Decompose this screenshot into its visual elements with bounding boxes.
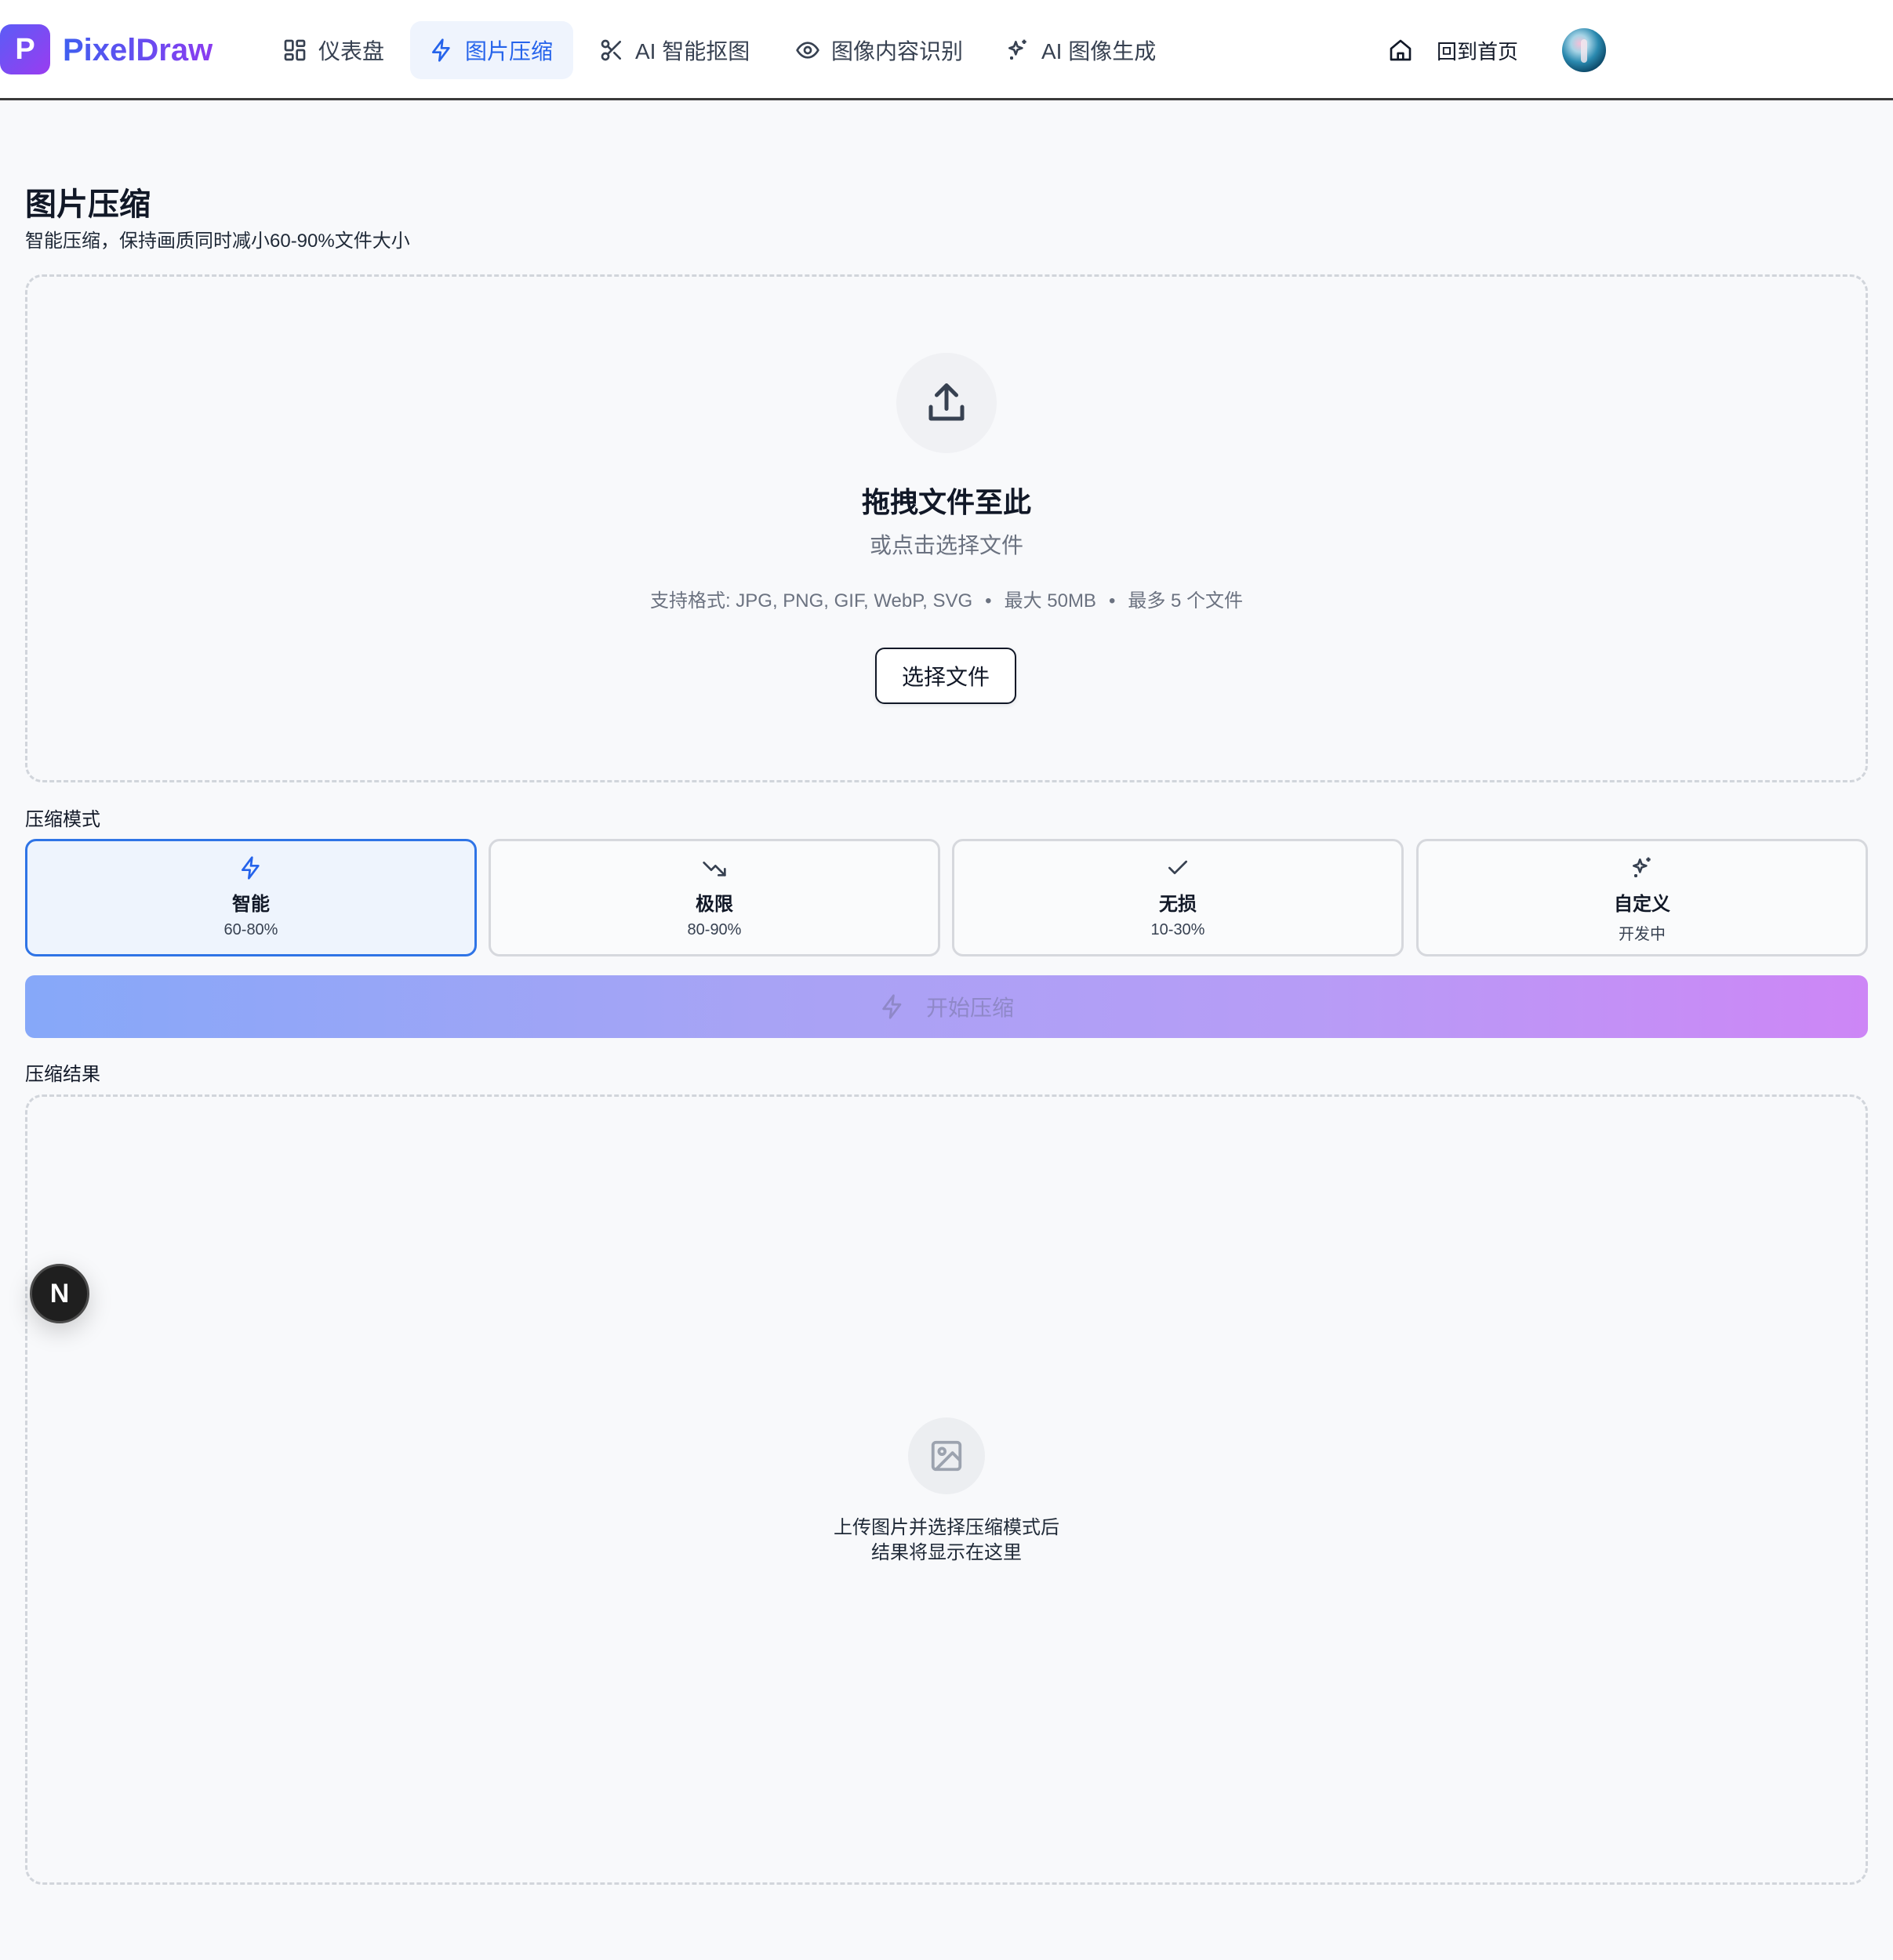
dashboard-grid-icon <box>284 39 306 61</box>
nav-item-image-compress[interactable]: 图片压缩 <box>410 21 573 79</box>
nav-item-image-recognition[interactable]: 图像内容识别 <box>776 21 982 79</box>
mode-range: 80-90% <box>687 921 742 938</box>
scissors-icon <box>601 39 621 61</box>
eye-icon <box>796 42 819 59</box>
max-file-size: 最大 50MB <box>1004 590 1096 612</box>
max-file-count: 最多 5 个文件 <box>1128 590 1244 612</box>
nav-item-ai-cutout[interactable]: AI 智能抠图 <box>580 21 768 79</box>
drop-zone-subtitle: 或点击选择文件 <box>869 533 1023 557</box>
upload-requirements: 支持格式: JPG, PNG, GIF, WebP, SVG • 最大 50MB • 最… <box>0 585 1893 612</box>
nav-label: AI 图像生成 <box>1041 39 1157 64</box>
nav-label: AI 智能抠图 <box>635 39 750 64</box>
choose-file-button[interactable]: 选择文件 <box>875 648 1016 704</box>
sparkles-icon <box>1633 857 1651 877</box>
back-home-label: 回到首页 <box>1437 39 1519 64</box>
check-icon <box>1168 860 1187 874</box>
compression-results-label: 压缩结果 <box>25 1064 100 1085</box>
sparkles-icon <box>1008 39 1026 60</box>
upload-icon-circle <box>896 353 997 453</box>
mode-name: 极限 <box>696 894 733 915</box>
nav-label: 图像内容识别 <box>831 39 964 64</box>
separator-dot: • <box>985 590 992 612</box>
nav-item-ai-generate[interactable]: AI 图像生成 <box>986 21 1175 79</box>
mode-card-lossless[interactable]: 无损 10-30% <box>952 839 1404 956</box>
page-subtitle: 智能压缩，保持画质同时减小60-90%文件大小 <box>25 230 410 252</box>
mode-name: 自定义 <box>1614 894 1670 915</box>
compression-mode-label: 压缩模式 <box>25 809 100 830</box>
mode-name: 无损 <box>1159 894 1197 915</box>
mode-range: 60-80% <box>223 921 278 938</box>
home-icon <box>1390 39 1412 61</box>
results-empty-line1: 上传图片并选择压缩模式后 <box>834 1517 1059 1538</box>
lightning-icon <box>882 994 902 1019</box>
start-compress-button[interactable]: 开始压缩 <box>25 975 1868 1038</box>
mode-card-custom[interactable]: 自定义 开发中 <box>1416 839 1868 956</box>
nextjs-dev-badge[interactable]: N <box>30 1264 89 1323</box>
nav-label: 仪表盘 <box>318 39 385 64</box>
lightning-icon <box>242 856 260 880</box>
top-navigation-bar: P PixelDraw 仪表盘 图片压缩 AI 智能抠图 图像内容识别 AI 图… <box>0 0 1893 100</box>
mode-card-smart[interactable]: 智能 60-80% <box>25 839 477 956</box>
logo-badge[interactable]: P <box>0 24 50 74</box>
lightning-icon <box>432 38 450 62</box>
image-icon <box>931 1440 962 1472</box>
logo-letter: P <box>15 32 35 66</box>
supported-formats: 支持格式: JPG, PNG, GIF, WebP, SVG <box>649 590 973 612</box>
mode-card-extreme[interactable]: 极限 80-90% <box>489 839 940 956</box>
image-placeholder-circle <box>908 1417 985 1494</box>
start-compress-label: 开始压缩 <box>925 996 1014 1020</box>
nav-label: 图片压缩 <box>465 39 554 64</box>
upload-icon <box>928 383 965 421</box>
page-title: 图片压缩 <box>25 187 151 222</box>
separator-dot: • <box>1108 590 1116 612</box>
mode-range: 10-30% <box>1150 921 1205 938</box>
brand-name[interactable]: PixelDraw <box>63 30 213 71</box>
nav-item-dashboard[interactable]: 仪表盘 <box>263 21 403 79</box>
mode-name: 智能 <box>232 894 270 915</box>
back-home-link[interactable]: 回到首页 <box>1388 21 1518 79</box>
user-avatar[interactable] <box>1562 28 1606 72</box>
trending-down-icon <box>703 862 726 877</box>
results-empty-line2: 结果将显示在这里 <box>871 1542 1022 1563</box>
mode-status: 开发中 <box>1619 926 1666 943</box>
drop-zone-title: 拖拽文件至此 <box>861 486 1031 518</box>
